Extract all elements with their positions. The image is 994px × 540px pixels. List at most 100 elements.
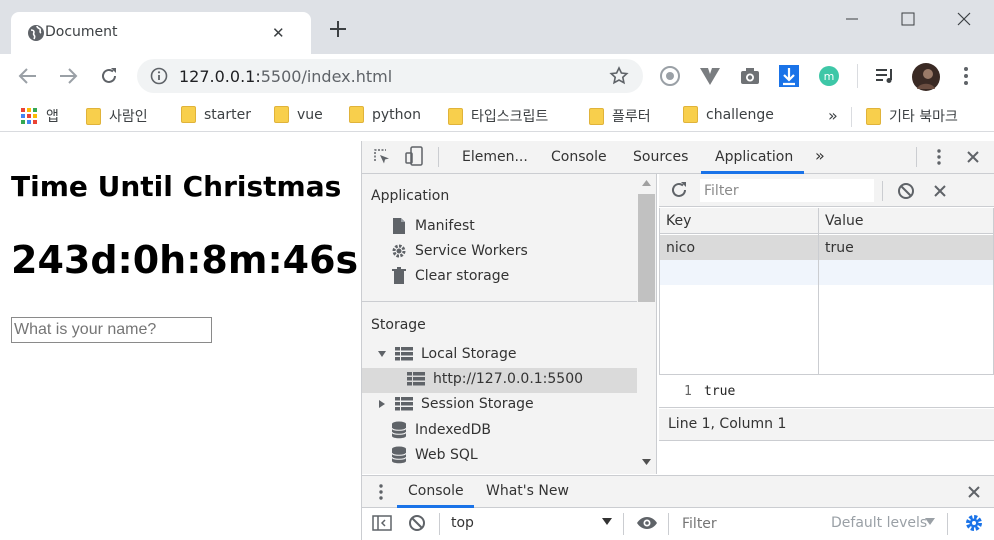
tab-sources[interactable]: Sources	[633, 149, 688, 165]
database-icon	[391, 446, 407, 464]
tab-elements[interactable]: Elemen...	[462, 149, 528, 165]
back-arrow-icon[interactable]	[18, 67, 38, 85]
tab-console[interactable]: Console	[551, 149, 607, 165]
inspect-element-icon[interactable]	[372, 147, 392, 167]
window-close-icon[interactable]	[944, 8, 984, 30]
console-toolbar-divider	[947, 513, 948, 535]
bookmark-label: vue	[297, 106, 323, 123]
chrome-menu-icon[interactable]	[958, 66, 974, 86]
bookmark-label: 앱	[46, 109, 59, 125]
extension-download-icon[interactable]	[778, 64, 800, 88]
cursor-position: Line 1, Column 1	[668, 416, 787, 432]
bookmark-apps[interactable]: 앱	[20, 106, 59, 126]
bookmark-folder-flutter[interactable]: 플루터	[589, 106, 651, 126]
tabbar-divider	[438, 147, 439, 167]
reload-icon[interactable]	[99, 66, 119, 86]
context-selector[interactable]: top	[451, 515, 474, 531]
sidebar-item-local-storage[interactable]: Local Storage	[377, 346, 517, 362]
drawer-tab-whats-new[interactable]: What's New	[486, 483, 569, 499]
sidebar-item-session-storage[interactable]: Session Storage	[377, 396, 534, 412]
media-playlist-icon[interactable]	[875, 67, 895, 85]
clear-console-icon[interactable]	[408, 514, 426, 532]
profile-avatar[interactable]	[912, 63, 940, 91]
bookmark-folder-other[interactable]: 기타 북마크	[866, 106, 958, 126]
storage-grid-icon	[395, 397, 413, 411]
tabbar-divider	[916, 147, 917, 167]
preview-text[interactable]: true	[704, 384, 735, 399]
forward-arrow-icon[interactable]	[58, 67, 78, 85]
log-levels-selector[interactable]: Default levels	[831, 515, 927, 531]
sidebar-divider	[362, 301, 637, 302]
collapse-triangle-icon[interactable]	[377, 399, 387, 409]
bookmark-folder-python[interactable]: python	[349, 106, 421, 123]
device-toolbar-icon[interactable]	[404, 146, 426, 166]
tab-application[interactable]: Application	[715, 149, 793, 165]
refresh-icon[interactable]	[670, 181, 688, 199]
scroll-down-icon[interactable]	[642, 459, 651, 465]
drawer-tab-console[interactable]: Console	[408, 483, 464, 499]
bookmark-star-icon[interactable]	[609, 66, 629, 86]
bookmark-folder-typescript[interactable]: 타입스크립트	[448, 106, 548, 126]
new-tab-button[interactable]	[327, 18, 349, 40]
column-header-key[interactable]: Key	[660, 208, 818, 234]
dropdown-arrow-icon[interactable]	[602, 518, 612, 526]
sidebar-item-label: Web SQL	[415, 447, 478, 463]
url-path: 5500/index.html	[260, 67, 393, 86]
drawer-menu-icon[interactable]	[376, 483, 386, 501]
sidebar-item-clear-storage[interactable]: Clear storage	[391, 267, 509, 285]
bookmark-folder-starter[interactable]: starter	[181, 106, 251, 123]
bookmark-folder-vue[interactable]: vue	[274, 106, 323, 123]
sidebar-item-manifest[interactable]: Manifest	[391, 217, 475, 235]
url-text[interactable]: 127.0.0.1:5500/index.html	[179, 67, 392, 86]
sidebar-item-indexeddb[interactable]: IndexedDB	[391, 421, 491, 439]
preview-line-number: 1	[684, 384, 692, 399]
extension-record-icon[interactable]	[659, 65, 681, 87]
extension-m-icon[interactable]: m	[818, 65, 840, 87]
page-title: Time Until Christmas	[11, 170, 342, 203]
folder-icon	[448, 107, 463, 125]
sidebar-item-label: Service Workers	[415, 243, 528, 259]
bookmark-label: 기타 북마크	[889, 109, 958, 125]
show-sidebar-icon[interactable]	[372, 514, 392, 532]
minimize-icon[interactable]	[832, 8, 872, 30]
table-row-empty[interactable]	[660, 260, 993, 285]
sidebar-item-label: Manifest	[415, 218, 475, 234]
storage-grid-icon	[407, 372, 425, 386]
name-input[interactable]	[11, 317, 212, 343]
console-settings-gear-icon[interactable]	[964, 513, 984, 533]
tab-close-icon[interactable]: ✕	[272, 24, 285, 42]
drawer-active-tab-indicator	[397, 505, 474, 508]
scroll-up-icon[interactable]	[642, 180, 651, 186]
extension-camera-icon[interactable]	[739, 66, 761, 86]
sidebar-scrollbar-thumb[interactable]	[638, 194, 655, 302]
sidebar-item-local-origin[interactable]: http://127.0.0.1:5500	[407, 371, 583, 387]
svg-text:m: m	[824, 70, 835, 83]
devtools-close-icon[interactable]	[966, 150, 980, 164]
more-tabs-button[interactable]: »	[815, 146, 825, 165]
console-toolbar-divider	[439, 513, 440, 535]
bookmark-label: challenge	[706, 106, 774, 123]
info-icon[interactable]	[150, 67, 168, 85]
delete-selected-icon[interactable]	[933, 184, 947, 198]
bookmark-folder-saramin[interactable]: 사람인	[86, 106, 148, 126]
storage-filter-input[interactable]	[700, 179, 874, 202]
devtools-menu-icon[interactable]	[933, 148, 945, 166]
console-filter-input[interactable]	[678, 512, 820, 536]
maximize-icon[interactable]	[888, 8, 928, 30]
expand-triangle-icon[interactable]	[377, 349, 387, 359]
levels-dropdown-icon[interactable]	[925, 518, 935, 526]
bookmark-folder-challenge[interactable]: challenge	[683, 106, 774, 123]
drawer-close-icon[interactable]	[967, 485, 981, 499]
column-header-value[interactable]: Value	[819, 208, 993, 234]
sidebar-item-service-workers[interactable]: Service Workers	[391, 242, 528, 260]
document-icon	[393, 218, 405, 234]
cell-key[interactable]: nico	[660, 235, 701, 260]
extension-vuetify-icon[interactable]	[699, 66, 721, 86]
clear-all-icon[interactable]	[897, 182, 915, 200]
cell-value[interactable]: true	[819, 235, 860, 260]
live-expression-eye-icon[interactable]	[636, 515, 658, 531]
sidebar-item-websql[interactable]: Web SQL	[391, 446, 478, 464]
bookmarks-more-button[interactable]: »	[828, 106, 838, 125]
sidebar-header-application: Application	[371, 188, 450, 204]
gear-icon	[392, 244, 406, 258]
